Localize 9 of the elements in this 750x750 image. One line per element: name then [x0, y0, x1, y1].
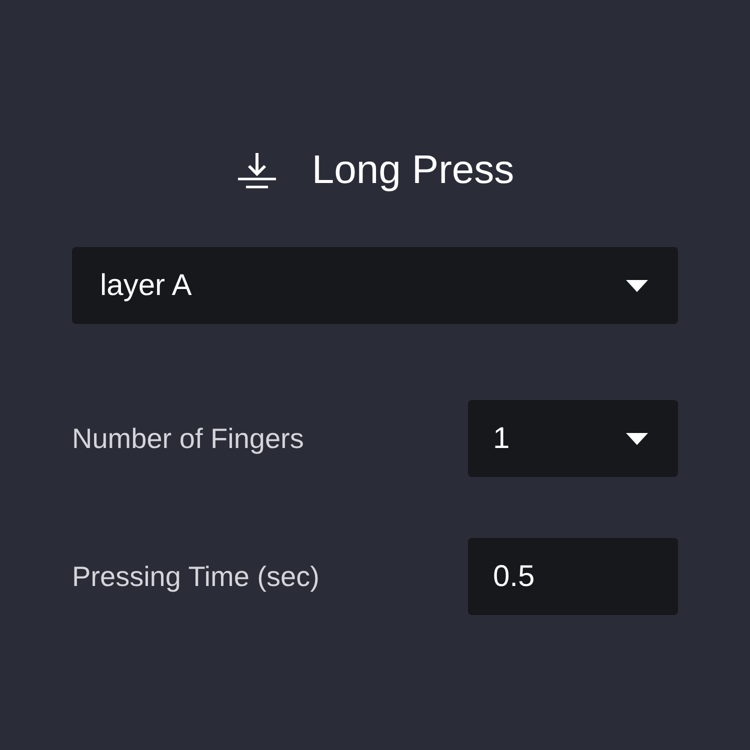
setting-label: Number of Fingers	[72, 422, 304, 456]
fingers-dropdown[interactable]: 1	[468, 400, 678, 477]
panel-title: Long Press	[312, 147, 514, 194]
layer-dropdown[interactable]: layer A	[72, 247, 678, 324]
caret-icon	[626, 432, 648, 444]
time-input[interactable]: 0.5	[468, 538, 678, 615]
caret-icon	[626, 280, 648, 292]
press-down-icon	[236, 151, 278, 189]
setting-label: Pressing Time (sec)	[72, 560, 320, 594]
